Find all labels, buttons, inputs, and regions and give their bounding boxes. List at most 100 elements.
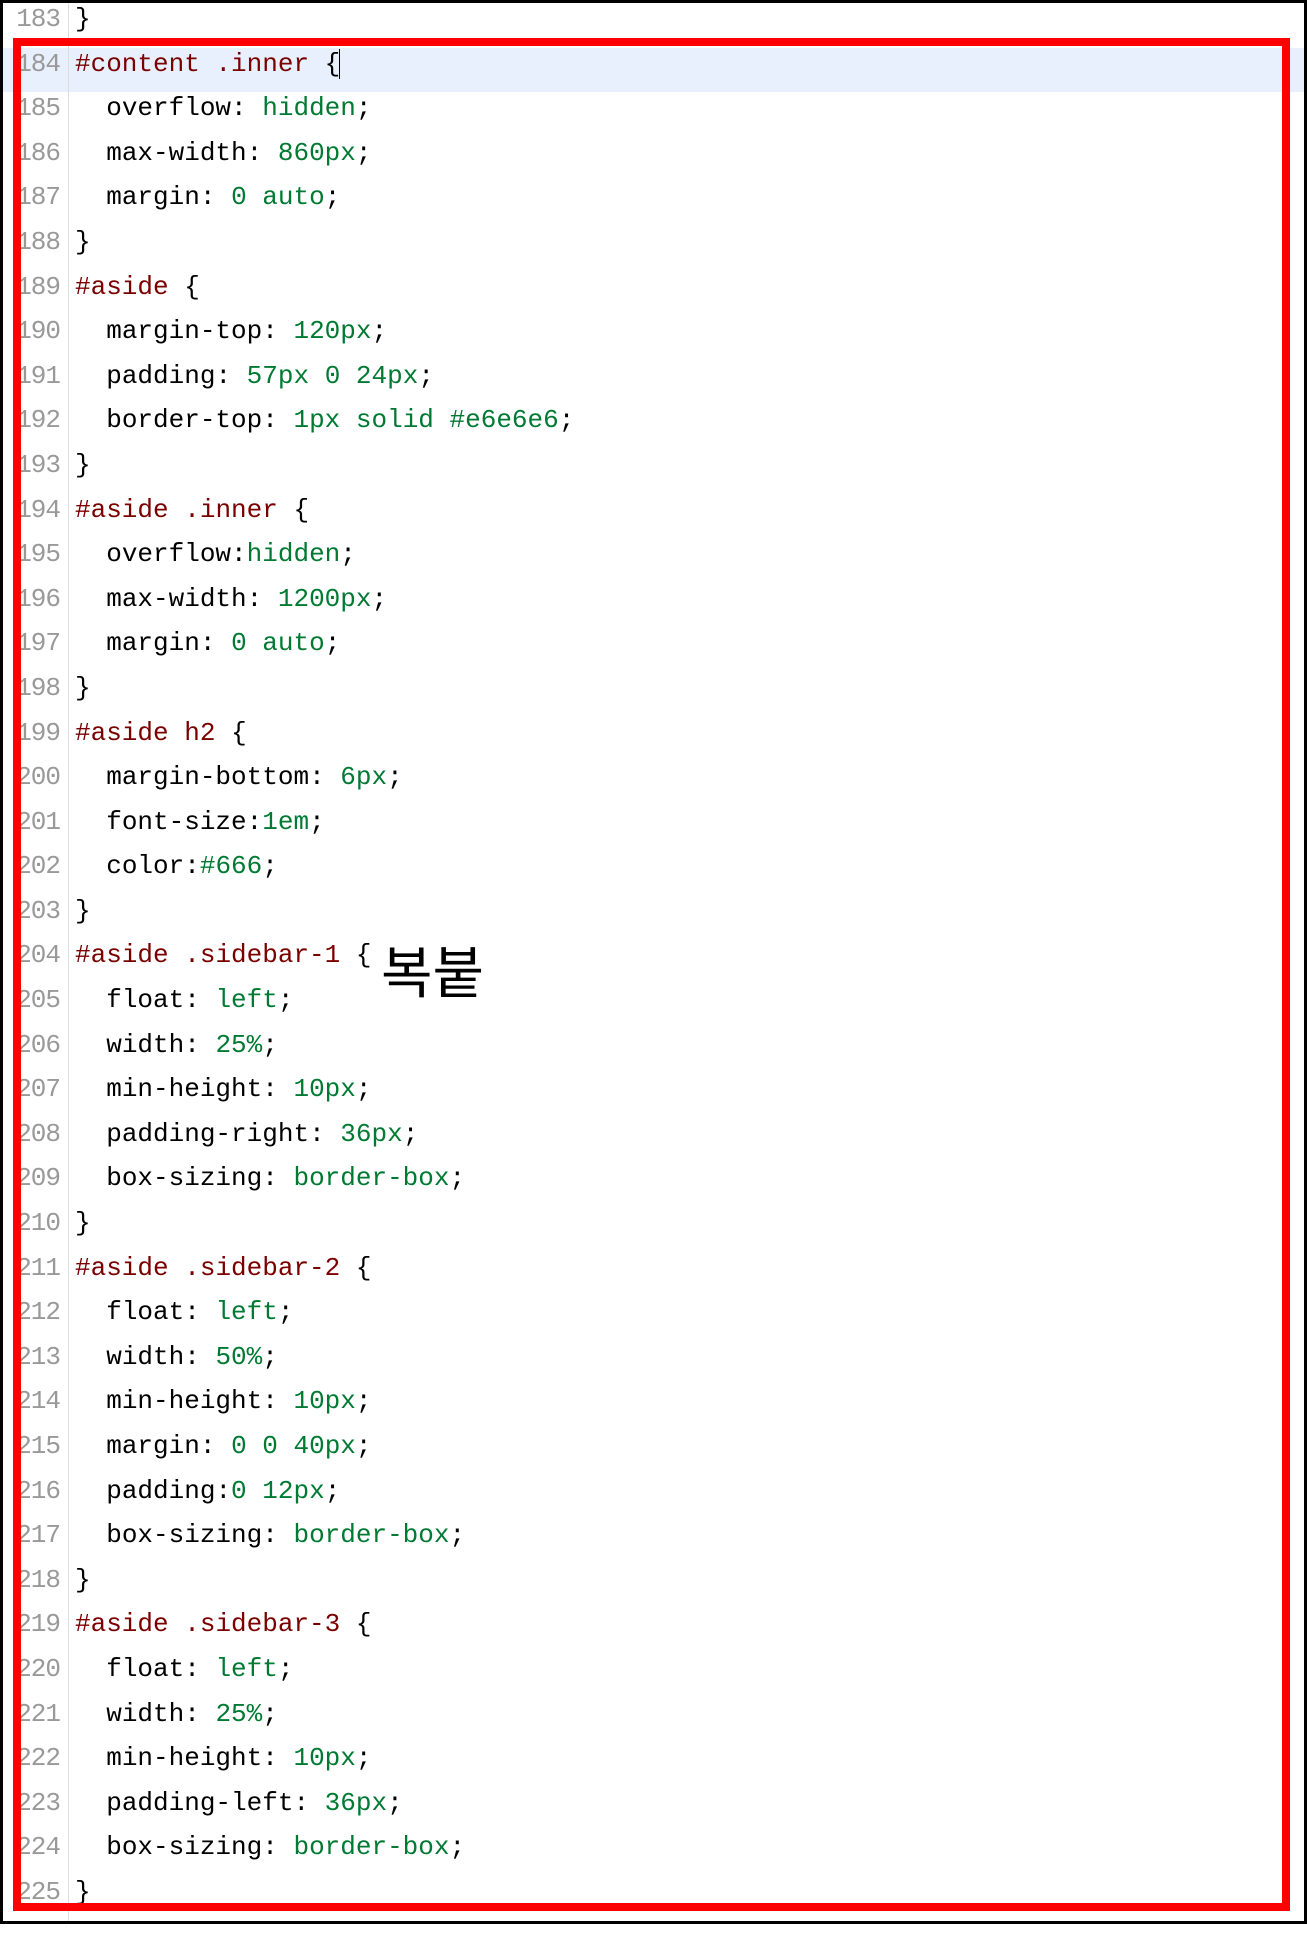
code-line[interactable]: 196 max-width: 1200px; — [3, 583, 1304, 628]
code-line[interactable]: 190 margin-top: 120px; — [3, 315, 1304, 360]
code-content[interactable]: padding-right: 36px; — [69, 1118, 1304, 1163]
line-number: 217 — [3, 1519, 69, 1564]
code-line[interactable]: 215 margin: 0 0 40px; — [3, 1430, 1304, 1475]
code-line[interactable]: 218} — [3, 1564, 1304, 1609]
code-content[interactable]: width: 25%; — [69, 1698, 1304, 1743]
code-content[interactable]: padding-left: 36px; — [69, 1787, 1304, 1832]
code-content[interactable]: #aside .sidebar-1 { — [69, 939, 1304, 984]
code-line[interactable]: 186 max-width: 860px; — [3, 137, 1304, 182]
code-content[interactable]: float: left; — [69, 984, 1304, 1029]
code-line[interactable]: 200 margin-bottom: 6px; — [3, 761, 1304, 806]
code-line[interactable]: 216 padding:0 12px; — [3, 1475, 1304, 1520]
code-line[interactable]: 194#aside .inner { — [3, 494, 1304, 539]
code-content[interactable]: margin-bottom: 6px; — [69, 761, 1304, 806]
code-line[interactable]: 204#aside .sidebar-1 { — [3, 939, 1304, 984]
code-content[interactable]: overflow:hidden; — [69, 538, 1304, 583]
code-content[interactable]: #aside .sidebar-3 { — [69, 1608, 1304, 1653]
code-line[interactable]: 211#aside .sidebar-2 { — [3, 1252, 1304, 1297]
code-line[interactable]: 223 padding-left: 36px; — [3, 1787, 1304, 1832]
code-content[interactable]: min-height: 10px; — [69, 1385, 1304, 1430]
code-line[interactable]: 214 min-height: 10px; — [3, 1385, 1304, 1430]
code-line[interactable]: 210} — [3, 1207, 1304, 1252]
code-line[interactable]: 224 box-sizing: border-box; — [3, 1831, 1304, 1876]
code-editor[interactable]: 183}184#content .inner {185 overflow: hi… — [3, 3, 1304, 1921]
code-content[interactable]: } — [69, 226, 1304, 271]
code-line[interactable]: 217 box-sizing: border-box; — [3, 1519, 1304, 1564]
code-line[interactable]: 189#aside { — [3, 271, 1304, 316]
code-line[interactable]: 219#aside .sidebar-3 { — [3, 1608, 1304, 1653]
code-content[interactable]: float: left; — [69, 1653, 1304, 1698]
code-content[interactable]: width: 50%; — [69, 1341, 1304, 1386]
code-content[interactable]: margin: 0 auto; — [69, 627, 1304, 672]
code-content[interactable]: font-size:1em; — [69, 806, 1304, 851]
line-number: 191 — [3, 360, 69, 405]
code-line[interactable]: 187 margin: 0 auto; — [3, 181, 1304, 226]
code-line[interactable]: 197 margin: 0 auto; — [3, 627, 1304, 672]
code-content[interactable]: min-height: 10px; — [69, 1073, 1304, 1118]
code-line[interactable]: 202 color:#666; — [3, 850, 1304, 895]
code-content[interactable]: margin: 0 auto; — [69, 181, 1304, 226]
code-line[interactable]: 198} — [3, 672, 1304, 717]
line-number: 203 — [3, 895, 69, 940]
code-content[interactable]: min-height: 10px; — [69, 1742, 1304, 1787]
code-line[interactable]: 193} — [3, 449, 1304, 494]
code-content[interactable]: } — [69, 3, 1304, 48]
code-line[interactable]: 201 font-size:1em; — [3, 806, 1304, 851]
code-content[interactable]: max-width: 1200px; — [69, 583, 1304, 628]
code-line[interactable]: 192 border-top: 1px solid #e6e6e6; — [3, 404, 1304, 449]
code-content[interactable]: overflow: hidden; — [69, 92, 1304, 137]
code-line[interactable]: 212 float: left; — [3, 1296, 1304, 1341]
code-line[interactable]: 220 float: left; — [3, 1653, 1304, 1698]
line-number: 187 — [3, 181, 69, 226]
line-number: 219 — [3, 1608, 69, 1653]
code-content[interactable]: #content .inner { — [69, 48, 1304, 93]
code-line[interactable]: 205 float: left; — [3, 984, 1304, 1029]
code-line[interactable]: 183} — [3, 3, 1304, 48]
code-content[interactable]: } — [69, 1207, 1304, 1252]
code-line[interactable]: 225} — [3, 1876, 1304, 1921]
code-content[interactable]: padding: 57px 0 24px; — [69, 360, 1304, 405]
code-line[interactable]: 185 overflow: hidden; — [3, 92, 1304, 137]
line-number: 199 — [3, 717, 69, 762]
code-content[interactable]: } — [69, 1564, 1304, 1609]
code-content[interactable]: box-sizing: border-box; — [69, 1831, 1304, 1876]
code-content[interactable]: } — [69, 1876, 1304, 1921]
code-content[interactable]: box-sizing: border-box; — [69, 1519, 1304, 1564]
line-number: 196 — [3, 583, 69, 628]
code-content[interactable]: #aside h2 { — [69, 717, 1304, 762]
code-line[interactable]: 191 padding: 57px 0 24px; — [3, 360, 1304, 405]
line-number: 183 — [3, 3, 69, 48]
code-content[interactable]: margin-top: 120px; — [69, 315, 1304, 360]
code-line[interactable]: 188} — [3, 226, 1304, 271]
code-content[interactable]: border-top: 1px solid #e6e6e6; — [69, 404, 1304, 449]
line-number: 201 — [3, 806, 69, 851]
line-number: 190 — [3, 315, 69, 360]
code-line[interactable]: 208 padding-right: 36px; — [3, 1118, 1304, 1163]
code-line[interactable]: 207 min-height: 10px; — [3, 1073, 1304, 1118]
code-content[interactable]: box-sizing: border-box; — [69, 1162, 1304, 1207]
code-line[interactable]: 199#aside h2 { — [3, 717, 1304, 762]
code-line[interactable]: 222 min-height: 10px; — [3, 1742, 1304, 1787]
line-number: 197 — [3, 627, 69, 672]
code-line[interactable]: 213 width: 50%; — [3, 1341, 1304, 1386]
code-line[interactable]: 195 overflow:hidden; — [3, 538, 1304, 583]
code-line[interactable]: 209 box-sizing: border-box; — [3, 1162, 1304, 1207]
code-content[interactable]: #aside { — [69, 271, 1304, 316]
code-content[interactable]: float: left; — [69, 1296, 1304, 1341]
code-content[interactable]: #aside .sidebar-2 { — [69, 1252, 1304, 1297]
code-content[interactable]: } — [69, 672, 1304, 717]
code-line[interactable]: 206 width: 25%; — [3, 1029, 1304, 1074]
code-content[interactable]: max-width: 860px; — [69, 137, 1304, 182]
code-content[interactable]: padding:0 12px; — [69, 1475, 1304, 1520]
code-content[interactable]: width: 25%; — [69, 1029, 1304, 1074]
code-line[interactable]: 221 width: 25%; — [3, 1698, 1304, 1743]
code-content[interactable]: color:#666; — [69, 850, 1304, 895]
code-content[interactable]: margin: 0 0 40px; — [69, 1430, 1304, 1475]
code-line[interactable]: 203} — [3, 895, 1304, 940]
code-content[interactable]: #aside .inner { — [69, 494, 1304, 539]
line-number: 212 — [3, 1296, 69, 1341]
code-content[interactable]: } — [69, 449, 1304, 494]
code-line[interactable]: 184#content .inner { — [3, 48, 1304, 93]
line-number: 214 — [3, 1385, 69, 1430]
code-content[interactable]: } — [69, 895, 1304, 940]
